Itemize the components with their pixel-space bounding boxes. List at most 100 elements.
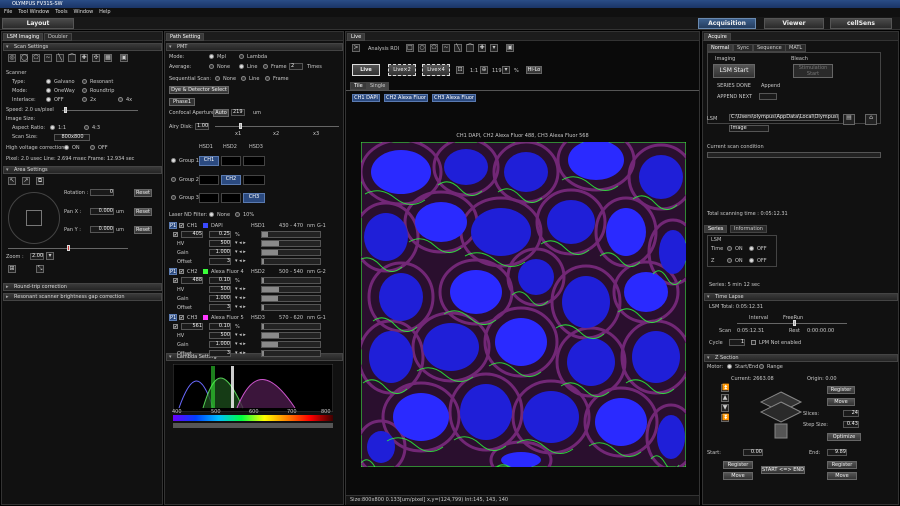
channel-2-offset-stepper[interactable]: ▾ ◂ ▸ <box>235 304 257 311</box>
group2-slot1[interactable] <box>199 175 219 185</box>
airy-input[interactable]: 1.00 <box>195 123 209 130</box>
origin-move-button[interactable]: Move <box>827 398 855 406</box>
channel-1-laser-select[interactable]: 405 <box>181 231 203 238</box>
interval-knob[interactable] <box>793 320 796 326</box>
scan-settings-header[interactable]: Scan Settings <box>3 43 162 51</box>
clear-icon[interactable]: ▣ <box>120 54 128 62</box>
zoom-dropdown-icon[interactable]: ▾ <box>502 66 510 74</box>
menu-window[interactable]: Window <box>73 9 93 15</box>
arrow-up-right-icon[interactable]: ↗ <box>22 177 30 185</box>
save-path-input[interactable]: C:\Users\olympus\AppData\Local\Olympus\ <box>729 114 839 121</box>
group3-ch3[interactable]: CH3 <box>243 193 265 203</box>
channel-1-gain-input[interactable]: 1.000 <box>209 249 231 256</box>
seq-none-radio[interactable] <box>215 76 220 81</box>
channel-3-gain-input[interactable]: 1.000 <box>209 341 231 348</box>
channel-1-hv-stepper[interactable]: ▾ ◂ ▸ <box>235 240 257 247</box>
channel-2-offset-bar[interactable] <box>261 304 321 311</box>
tab-sync[interactable]: Sync <box>733 44 754 52</box>
avg-times-input[interactable]: 2 <box>289 63 303 70</box>
polyline-icon[interactable]: ⌒ <box>68 54 76 62</box>
channel-2-gain-input[interactable]: 1.000 <box>209 295 231 302</box>
pany-reset-button[interactable]: Reset <box>134 226 152 234</box>
channel-2-checkbox[interactable]: ✔ <box>179 269 184 274</box>
play-icon[interactable]: > <box>352 44 360 52</box>
stimulation-start-button[interactable]: Stimulation Start <box>793 64 833 78</box>
scan-area-box[interactable] <box>26 210 42 226</box>
speed-slider[interactable] <box>62 110 138 111</box>
group1-slot3[interactable] <box>243 156 265 166</box>
group3-slot2[interactable] <box>221 193 241 203</box>
channel-2-laser-power[interactable]: 0.10 <box>209 277 231 284</box>
slices-input[interactable]: 24 <box>843 410 859 417</box>
acquisition-button[interactable]: Acquisition <box>698 18 756 29</box>
line-roi-icon[interactable]: ╲ <box>454 44 462 52</box>
lsm-start-button[interactable]: LSM Start <box>713 64 755 78</box>
polygon-icon[interactable]: ⬠ <box>32 54 40 62</box>
start-move-button[interactable]: Move <box>723 472 753 480</box>
group2-ch2[interactable]: CH2 <box>221 175 241 185</box>
zoom-dropdown-icon[interactable]: ▾ <box>46 252 54 260</box>
scan-mode-icon[interactable]: ◎ <box>8 54 16 62</box>
channel-2-laser-bar[interactable] <box>261 277 321 284</box>
group2-radio[interactable] <box>171 177 176 182</box>
frame-icon[interactable]: ⧉ <box>36 177 44 185</box>
tab-tile[interactable]: Tile <box>350 82 367 90</box>
rotation-input[interactable]: 0 <box>90 189 114 196</box>
save-folder-icon[interactable]: ▤ <box>843 114 855 125</box>
move-down-fast-icon[interactable]: ⏬ <box>721 414 729 422</box>
interlace-off-radio[interactable] <box>46 97 51 102</box>
channel-1-hv-input[interactable]: 500 <box>209 240 231 247</box>
start-input[interactable]: 0.00 <box>743 449 763 456</box>
layout-button[interactable]: Layout <box>2 18 74 29</box>
scan-size-select[interactable]: 800x800 <box>54 134 90 141</box>
group1-slot2[interactable] <box>221 156 241 166</box>
aspect-11-radio[interactable] <box>50 125 55 130</box>
cellsens-button[interactable]: cellSens <box>830 18 892 29</box>
channel-3-hv-input[interactable]: 500 <box>209 332 231 339</box>
channel-2-hv-stepper[interactable]: ▾ ◂ ▸ <box>235 286 257 293</box>
ch2-tab[interactable]: CH2 Alexa Fluor <box>384 94 428 102</box>
area-settings-header[interactable]: Area Settings <box>3 166 162 174</box>
arrow-up-left-icon[interactable]: ↖ <box>8 177 16 185</box>
ch1-tab[interactable]: CH1 DAPI <box>352 94 380 102</box>
seq-frame-radio[interactable] <box>265 76 270 81</box>
channel-2-gain-stepper[interactable]: ▾ ◂ ▸ <box>235 295 257 302</box>
microscope-image[interactable] <box>361 142 686 467</box>
phase1-tab[interactable]: Phase1 <box>169 98 195 106</box>
channel-2-offset-input[interactable]: 3 <box>209 304 231 311</box>
rotation-reset-button[interactable]: Reset <box>134 189 152 197</box>
time-lapse-header[interactable]: Time Lapse <box>704 293 898 301</box>
channel-2-color-swatch[interactable] <box>203 269 208 274</box>
mode-mpl-radio[interactable] <box>209 54 214 59</box>
channel-1-laser-power[interactable]: 0.25 <box>209 231 231 238</box>
channel-1-gain-stepper[interactable]: ▾ ◂ ▸ <box>235 249 257 256</box>
viewer-button[interactable]: Viewer <box>764 18 824 29</box>
airy-knob[interactable] <box>239 123 242 129</box>
fit-icon[interactable]: ⊞ <box>8 265 16 273</box>
hilo-button[interactable]: Hi-Lo <box>526 66 542 74</box>
oneway-radio[interactable] <box>46 88 51 93</box>
channel-3-laser-bar[interactable] <box>261 323 321 330</box>
channel-2-laser-select[interactable]: 488 <box>181 277 203 284</box>
file-type-input[interactable]: Image <box>729 125 769 132</box>
channel-1-gain-bar[interactable] <box>261 249 321 256</box>
group2-slot3[interactable] <box>243 175 265 185</box>
end-move-button[interactable]: Move <box>827 472 857 480</box>
dye-detector-button[interactable]: Dye & Detector Select <box>169 86 229 94</box>
nd-10-radio[interactable] <box>235 212 240 217</box>
open-folder-icon[interactable]: ⌂ <box>865 114 877 125</box>
live-button[interactable]: Live <box>352 64 380 76</box>
channel-1-laser-checkbox[interactable]: ✔ <box>173 232 178 237</box>
channel-3-hv-bar[interactable] <box>261 332 321 339</box>
start-end-swap-button[interactable]: START <=> END <box>761 466 805 474</box>
menu-file[interactable]: File <box>4 9 12 15</box>
origin-register-button[interactable]: Register <box>827 386 855 394</box>
roi-dropdown-icon[interactable]: ▾ <box>490 44 498 52</box>
z-on-radio[interactable] <box>727 258 732 263</box>
interlace-4x-radio[interactable] <box>118 97 123 102</box>
speed-knob[interactable] <box>64 107 67 113</box>
menu-help[interactable]: Help <box>99 9 110 15</box>
channel-3-laser-power[interactable]: 0.10 <box>209 323 231 330</box>
live-x2-button[interactable]: Live×2 <box>388 64 416 76</box>
rect-roi-icon[interactable]: □ <box>406 44 414 52</box>
